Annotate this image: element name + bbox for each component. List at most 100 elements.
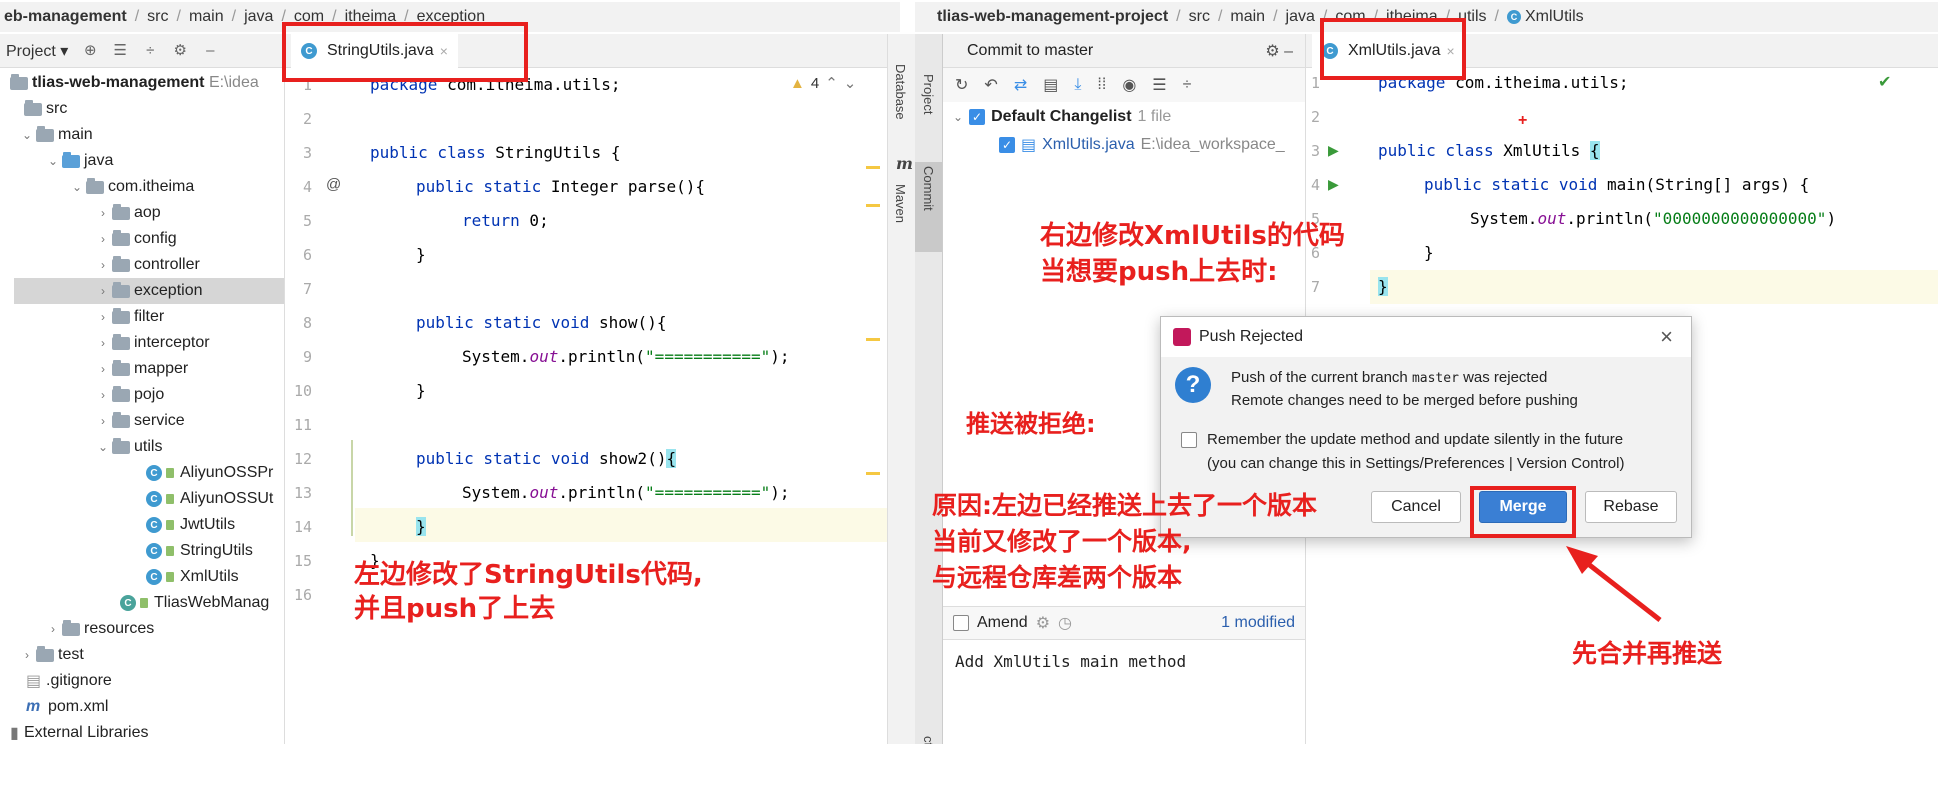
amend-checkbox[interactable] [953, 615, 969, 631]
file-icon: ▤ [26, 673, 42, 690]
changed-file-row[interactable]: ✓ ▤ XmlUtils.java E:\idea_workspace_ [999, 132, 1285, 158]
locate-icon[interactable]: ⊕ [82, 42, 98, 59]
gear-icon[interactable]: ⚙ [1036, 613, 1050, 633]
tree-item-package[interactable]: ⌄ com.itheima [70, 174, 194, 200]
database-tool-button[interactable]: Database [893, 64, 908, 120]
code-line: System.out.println("==========="); [462, 347, 790, 366]
commit-tab-title[interactable]: Commit to master [967, 42, 1093, 60]
lock-icon [166, 494, 174, 504]
collapse-all-icon[interactable]: ☰ [112, 42, 128, 59]
line-number: 8 [302, 314, 312, 332]
run-icon[interactable]: ▶ [1328, 142, 1339, 159]
tree-item-class[interactable]: C XmlUtils [146, 564, 239, 590]
code-line: System.out.println("0000000000000000") [1470, 209, 1837, 228]
tree-item-main[interactable]: ⌄ main [20, 122, 93, 148]
tree-item-pojo[interactable]: › pojo [96, 382, 164, 408]
group-icon[interactable]: ⁞⁞ [1097, 76, 1106, 94]
remember-option[interactable]: Remember the update method and update si… [1181, 431, 1623, 448]
run-icon[interactable]: ▶ [1328, 176, 1339, 193]
cancel-button[interactable]: Cancel [1371, 491, 1461, 523]
breadcrumb-item[interactable]: main [189, 8, 224, 26]
commit-tool-button[interactable]: Commit [921, 166, 936, 211]
breadcrumb-item[interactable]: eb-management [4, 8, 127, 26]
breadcrumb-item[interactable]: src [147, 8, 168, 26]
chevron-down-icon: ⌄ [47, 154, 59, 168]
project-tool-button[interactable]: Project [921, 74, 936, 114]
tree-item-service[interactable]: › service [96, 408, 185, 434]
file-checkbox[interactable]: ✓ [999, 137, 1015, 153]
line-number: 11 [293, 416, 312, 434]
chevron-up-icon[interactable]: ⌃ [825, 74, 838, 92]
tree-item-filter[interactable]: › filter [96, 304, 164, 330]
dialog-title: Push Rejected [1199, 328, 1304, 345]
rollback-icon[interactable]: ↶ [984, 75, 997, 95]
clock-icon[interactable]: ◷ [1058, 613, 1072, 633]
gear-icon[interactable]: ⚙ [172, 42, 188, 59]
breadcrumb-item[interactable]: java [244, 8, 273, 26]
breadcrumb-item[interactable]: tlias-web-management-project [937, 8, 1168, 26]
tree-item-class[interactable]: C AliyunOSSPr [146, 460, 273, 486]
update-icon[interactable]: ⤓ [1074, 76, 1081, 94]
right-left-toolstrip: Project Commit cture [915, 34, 943, 765]
breadcrumb-item[interactable]: main [1230, 8, 1265, 26]
tree-item-exception[interactable]: › exception [14, 278, 284, 304]
tree-item-class[interactable]: C AliyunOSSUt [146, 486, 273, 512]
tree-item-class[interactable]: C JwtUtils [146, 512, 235, 538]
breadcrumb-item[interactable]: java [1286, 8, 1315, 26]
tree-item-interceptor[interactable]: › interceptor [96, 330, 210, 356]
tree-item-gitignore[interactable]: ▤ .gitignore [26, 668, 112, 694]
tree-item-external-libraries[interactable]: ▮ External Libraries [10, 720, 149, 744]
project-view-dropdown[interactable]: Project ▾ [6, 41, 68, 61]
class-icon: C [146, 465, 162, 481]
tree-item-src[interactable]: src [22, 96, 67, 122]
gear-icon[interactable]: ⚙ – [1265, 41, 1293, 61]
tree-item-java[interactable]: ⌄ java [46, 148, 113, 174]
collapse-all-icon[interactable]: ÷ [1183, 76, 1192, 94]
diff-icon[interactable]: ⇄ [1014, 75, 1027, 95]
line-number: 2 [1310, 108, 1320, 126]
tree-item-pom[interactable]: m pom.xml [26, 694, 108, 720]
tree-item-config[interactable]: › config [96, 226, 177, 252]
commit-message-input[interactable]: Add XmlUtils main method [955, 652, 1186, 671]
shelve-icon[interactable]: ▤ [1043, 75, 1058, 95]
tree-item-app-class[interactable]: C TliasWebManag [120, 590, 269, 616]
annotation-right-note: 右边修改XmlUtils的代码 当想要push上去时: [1040, 221, 1345, 287]
breadcrumb-item[interactable]: src [1189, 8, 1210, 26]
chevron-down-icon[interactable]: ⌄ [844, 74, 857, 92]
code-line: } [416, 245, 426, 264]
rebase-button[interactable]: Rebase [1585, 491, 1677, 523]
class-icon: C [146, 569, 162, 585]
modified-count[interactable]: 1 modified [1221, 614, 1295, 632]
tree-item-test[interactable]: › test [20, 642, 84, 668]
line-number: 6 [302, 246, 312, 264]
hide-icon[interactable]: – [202, 42, 218, 59]
tree-item-class[interactable]: C StringUtils [146, 538, 253, 564]
override-marker-icon[interactable]: @ [326, 176, 341, 193]
commit-toolbar: ↻ ↶ ⇄ ▤ ⤓ ⁞⁞ ◉ ☰ ÷ [943, 68, 1305, 102]
tree-item-aop[interactable]: › aop [96, 200, 161, 226]
inspection-widget[interactable]: ▲ 4 ⌃ ⌄ [790, 74, 857, 93]
left-code-editor[interactable] [285, 68, 888, 744]
breadcrumb-item[interactable]: XmlUtils [1525, 8, 1584, 26]
refresh-icon[interactable]: ↻ [955, 75, 968, 95]
tree-item-root[interactable]: tlias-web-management E:\idea [8, 70, 259, 96]
changelist-checkbox[interactable]: ✓ [969, 109, 986, 125]
expand-icon[interactable]: ÷ [142, 42, 158, 59]
expand-all-icon[interactable]: ☰ [1152, 75, 1166, 95]
remember-checkbox[interactable] [1181, 431, 1197, 448]
close-icon[interactable]: × [1660, 324, 1673, 350]
chevron-right-icon: › [101, 362, 105, 376]
annotation-box-right-tab [1320, 18, 1466, 80]
tree-item-utils[interactable]: ⌄ utils [96, 434, 162, 460]
eye-icon[interactable]: ◉ [1122, 75, 1136, 95]
tree-item-controller[interactable]: › controller [96, 252, 200, 278]
annotation-box-left-tab [282, 22, 528, 82]
tree-item-mapper[interactable]: › mapper [96, 356, 188, 382]
current-line-highlight [355, 508, 888, 542]
changelist-row[interactable]: ⌄ ✓ Default Changelist 1 file [953, 104, 1171, 130]
warning-icon: ▲ [790, 74, 805, 92]
maven-tool-button[interactable]: Maven [893, 184, 908, 223]
code-line: public static Integer parse(){ [416, 177, 705, 196]
tree-item-resources[interactable]: › resources [46, 616, 154, 642]
line-number: 3 [1310, 142, 1320, 160]
